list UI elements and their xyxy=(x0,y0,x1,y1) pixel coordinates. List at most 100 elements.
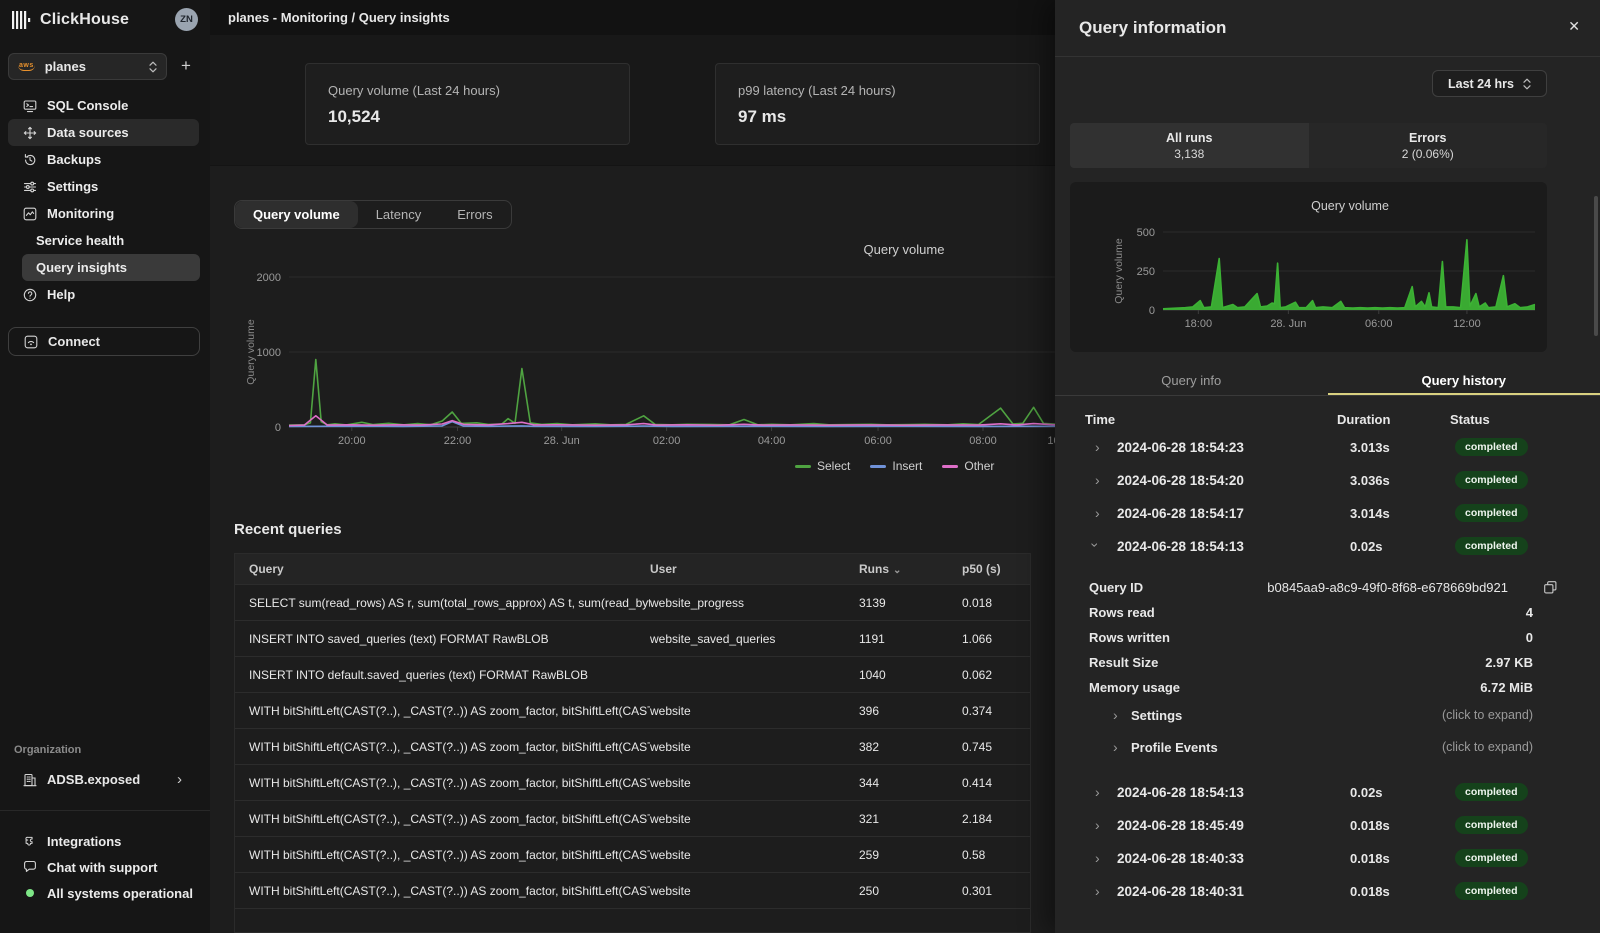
avatar[interactable]: ZN xyxy=(175,8,198,31)
sidebar-item-backups[interactable]: Backups xyxy=(0,146,210,173)
history-row[interactable]: ›2024-06-28 18:54:203.036scompleted xyxy=(1055,465,1600,498)
legend-label: Insert xyxy=(892,459,922,473)
legend-item-other[interactable]: Other xyxy=(942,459,994,473)
table-row[interactable]: SELECT sum(read_rows) AS r, sum(total_ro… xyxy=(235,584,1030,620)
table-row[interactable]: WITH bitShiftLeft(CAST(?..), _CAST(?..))… xyxy=(235,728,1030,764)
panel-title: Query information xyxy=(1079,18,1226,38)
add-service-button[interactable]: + xyxy=(181,55,191,77)
column-header-user[interactable]: User xyxy=(650,562,859,576)
sidebar-item-sql-console[interactable]: SQL Console xyxy=(0,92,210,119)
sidebar-item-data-sources[interactable]: Data sources xyxy=(8,119,199,146)
history-duration: 3.013s xyxy=(1350,440,1390,455)
history-row[interactable]: ›2024-06-28 18:45:490.018scompleted xyxy=(1055,810,1600,843)
sidebar-footer-integrations[interactable]: Integrations xyxy=(0,828,210,854)
main-content: planes - Monitoring / Query insights Que… xyxy=(210,0,1055,933)
history-row[interactable]: ›2024-06-28 18:54:233.013scompleted xyxy=(1055,432,1600,465)
sidebar-item-service-health[interactable]: Service health xyxy=(0,227,210,254)
tab-query-history[interactable]: Query history xyxy=(1328,368,1600,395)
panel-tabs: Query info Query history xyxy=(1055,368,1600,396)
column-header-p50-s-[interactable]: p50 (s) xyxy=(962,562,1030,576)
tab-latency[interactable]: Latency xyxy=(358,201,440,228)
sidebar-footer: Integrations Chat with support All systems… xyxy=(0,828,210,906)
history-duration: 0.018s xyxy=(1350,818,1390,833)
chevron-right-icon[interactable]: › xyxy=(1095,883,1100,899)
chevron-right-icon: › xyxy=(1113,739,1118,755)
table-row[interactable]: INSERT INTO saved_queries (text) FORMAT … xyxy=(235,620,1030,656)
chevron-right-icon[interactable]: › xyxy=(1095,784,1100,800)
brand-name: ClickHouse xyxy=(40,11,129,29)
sidebar-item-label: Data sources xyxy=(47,125,129,140)
svg-text:Query volume: Query volume xyxy=(245,319,257,385)
p50-cell: 0.301 xyxy=(962,884,1030,898)
user-cell: website_saved_queries xyxy=(650,632,859,646)
expandable-label: Profile Events xyxy=(1131,740,1218,755)
sidebar-item-label: Help xyxy=(47,287,75,302)
copy-icon[interactable] xyxy=(1543,580,1558,595)
sidebar-footer-chat-with-support[interactable]: Chat with support xyxy=(0,854,210,880)
segment-errors[interactable]: Errors 2 (0.06%) xyxy=(1309,123,1548,168)
user-cell: website xyxy=(650,704,859,718)
detail-label: Memory usage xyxy=(1089,680,1180,695)
query-cell: INSERT INTO saved_queries (text) FORMAT … xyxy=(235,632,650,646)
time-range-selector[interactable]: Last 24 hrs xyxy=(1432,70,1547,97)
sidebar-divider xyxy=(0,810,210,811)
chevron-right-icon[interactable]: › xyxy=(1095,439,1100,455)
integrations-icon xyxy=(23,834,37,848)
sidebar: ClickHouse ZN aws planes + SQL Console Da… xyxy=(0,0,210,933)
table-row[interactable]: WITH bitShiftLeft(CAST(?..), _CAST(?..))… xyxy=(235,836,1030,872)
history-row[interactable]: ›2024-06-28 18:40:330.018scompleted xyxy=(1055,843,1600,876)
history-row[interactable]: ›2024-06-28 18:40:310.018scompleted xyxy=(1055,876,1600,909)
service-selector[interactable]: aws planes xyxy=(8,53,167,80)
mini-query-volume-chart: 025050018:0028. Jun06:0012:00Query volum… xyxy=(1070,182,1547,352)
table-header-row: QueryUserRuns⌄p50 (s) xyxy=(235,554,1030,584)
table-row[interactable]: WITH bitShiftLeft(CAST(?..), _CAST(?..))… xyxy=(235,800,1030,836)
tab-query-volume[interactable]: Query volume xyxy=(235,201,358,228)
svg-text:04:00: 04:00 xyxy=(758,435,786,447)
table-row[interactable]: INSERT INTO default.saved_queries (text)… xyxy=(235,656,1030,692)
table-row[interactable]: WITH bitShiftLeft(CAST(?..), _CAST(?..))… xyxy=(235,764,1030,800)
history-duration: 0.018s xyxy=(1350,851,1390,866)
connect-icon xyxy=(24,335,38,349)
chevron-right-icon[interactable]: › xyxy=(1095,472,1100,488)
tab-errors[interactable]: Errors xyxy=(439,201,510,228)
organization-name: ADSB.exposed xyxy=(47,772,140,787)
sidebar-footer-all-systems-operational[interactable]: All systems operational xyxy=(0,880,210,906)
p50-cell: 2.184 xyxy=(962,812,1030,826)
history-header: Time Duration Status xyxy=(1055,412,1600,432)
history-row[interactable]: ›2024-06-28 18:54:130.02scompleted xyxy=(1055,777,1600,810)
chevron-down-icon[interactable]: › xyxy=(1087,543,1103,548)
legend-item-insert[interactable]: Insert xyxy=(870,459,922,473)
history-time: 2024-06-28 18:40:33 xyxy=(1117,851,1244,866)
chevron-right-icon[interactable]: › xyxy=(1095,850,1100,866)
user-cell: website xyxy=(650,812,859,826)
sidebar-item-monitoring[interactable]: Monitoring xyxy=(0,200,210,227)
chevron-right-icon[interactable]: › xyxy=(1095,817,1100,833)
column-header-runs[interactable]: Runs⌄ xyxy=(859,562,962,576)
scrollbar[interactable] xyxy=(1594,196,1598,336)
chart-legend: Select Insert Other xyxy=(795,459,994,473)
table-row[interactable]: WITH bitShiftLeft(CAST(?..), _CAST(?..))… xyxy=(235,872,1030,908)
expandable-settings[interactable]: ›Settings(click to expand) xyxy=(1055,701,1600,733)
tab-query-info[interactable]: Query info xyxy=(1055,368,1328,395)
history-row[interactable]: ›2024-06-28 18:54:173.014scompleted xyxy=(1055,498,1600,531)
user-cell: website xyxy=(650,848,859,862)
settings-icon xyxy=(23,180,37,194)
sidebar-footer-label: Chat with support xyxy=(47,860,158,875)
svg-text:28. Jun: 28. Jun xyxy=(1270,318,1306,330)
sidebar-item-query-insights[interactable]: Query insights xyxy=(22,254,200,281)
detail-row-memory-usage: Memory usage6.72 MiB xyxy=(1055,676,1600,701)
sidebar-item-help[interactable]: Help xyxy=(0,281,210,308)
close-icon[interactable]: ✕ xyxy=(1568,18,1580,35)
sidebar-item-settings[interactable]: Settings xyxy=(0,173,210,200)
segment-all-runs[interactable]: All runs 3,138 xyxy=(1070,123,1309,168)
chevron-right-icon[interactable]: › xyxy=(1095,505,1100,521)
organization-selector[interactable]: ADSB.exposed › xyxy=(0,766,210,793)
connect-button[interactable]: Connect xyxy=(8,327,200,356)
expandable-profile-events[interactable]: ›Profile Events(click to expand) xyxy=(1055,733,1600,765)
p50-cell: 1.066 xyxy=(962,632,1030,646)
legend-swatch xyxy=(942,465,958,468)
history-row[interactable]: ›2024-06-28 18:54:130.02scompleted xyxy=(1055,531,1600,564)
table-row[interactable]: WITH bitShiftLeft(CAST(?..), _CAST(?..))… xyxy=(235,692,1030,728)
legend-item-select[interactable]: Select xyxy=(795,459,850,473)
column-header-query[interactable]: Query xyxy=(235,562,650,576)
